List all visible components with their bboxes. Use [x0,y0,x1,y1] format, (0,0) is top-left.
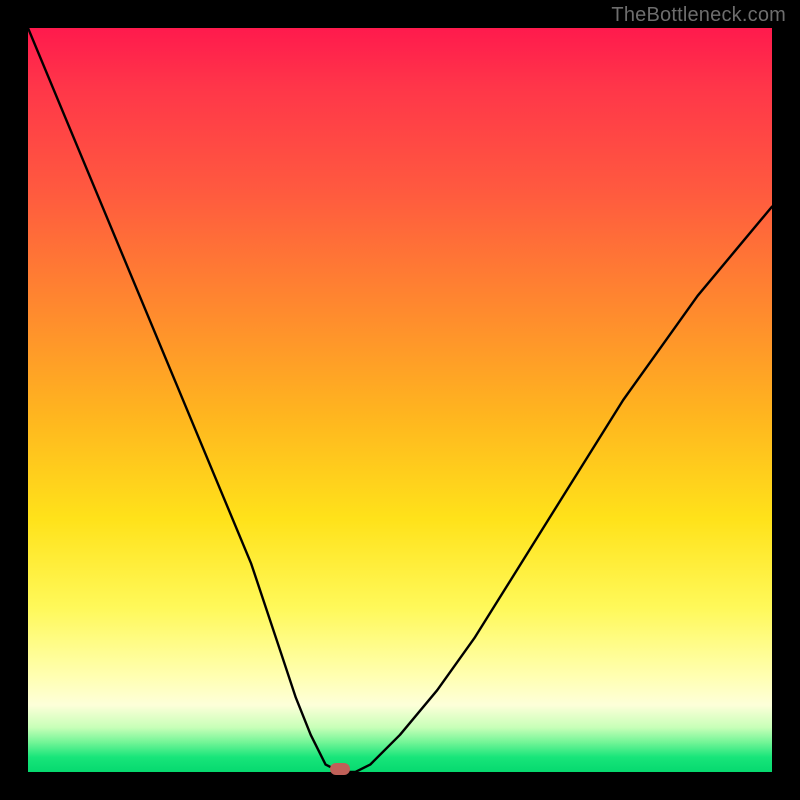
optimal-point-marker [330,763,350,775]
watermark-text: TheBottleneck.com [611,4,786,27]
chart-frame: TheBottleneck.com [0,0,800,800]
plot-area [28,28,772,772]
bottleneck-curve [28,28,772,772]
